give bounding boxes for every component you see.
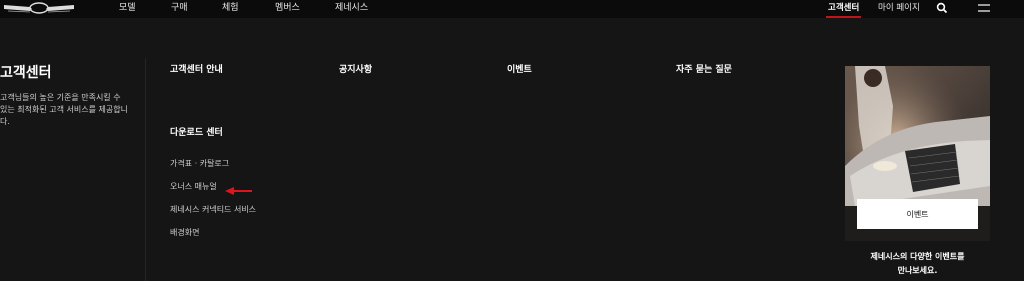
top-nav-bar: 모델 구매 체험 멤버스 제네시스 고객센터 마이 페이지 xyxy=(0,0,1024,18)
nav-item-members[interactable]: 멤버스 xyxy=(275,2,300,14)
promo-caption-line1: 제네시스의 다양한 이벤트를 xyxy=(870,252,965,261)
column-divider xyxy=(145,58,146,281)
link-price-catalog[interactable]: 가격표 · 카탈로그 xyxy=(170,158,229,169)
nav-item-mypage[interactable]: 마이 페이지 xyxy=(878,2,920,14)
red-arrow-icon xyxy=(224,181,254,195)
menu-customer-center-guide[interactable]: 고객센터 안내 xyxy=(170,64,223,76)
link-wallpaper[interactable]: 배경화면 xyxy=(170,227,199,238)
hamburger-menu-icon[interactable] xyxy=(976,0,992,16)
menu-download-center[interactable]: 다운로드 센터 xyxy=(170,127,223,139)
menu-events[interactable]: 이벤트 xyxy=(507,64,532,76)
section-title: 고객센터 xyxy=(0,65,52,81)
promo-caption: 제네시스의 다양한 이벤트를 만나보세요. xyxy=(845,250,990,278)
link-owners-manual[interactable]: 오너스 매뉴얼 xyxy=(170,181,217,192)
link-connected-service[interactable]: 제네시스 커넥티드 서비스 xyxy=(170,204,256,215)
nav-item-models[interactable]: 모델 xyxy=(119,2,136,14)
menu-faq[interactable]: 자주 묻는 질문 xyxy=(676,64,732,76)
menu-notice[interactable]: 공지사항 xyxy=(339,64,372,76)
section-description: 고객님들의 높은 기준을 만족시킬 수 있는 최적화된 고객 서비스를 제공합니… xyxy=(0,93,128,126)
nav-item-purchase[interactable]: 구매 xyxy=(171,2,188,14)
genesis-logo[interactable] xyxy=(0,0,78,16)
nav-item-customer-center[interactable]: 고객센터 xyxy=(828,2,859,14)
search-icon[interactable] xyxy=(934,0,950,16)
nav-item-experience[interactable]: 체험 xyxy=(222,2,239,14)
nav-item-genesis[interactable]: 제네시스 xyxy=(335,2,368,14)
promo-caption-line2: 만나보세요. xyxy=(897,266,938,275)
event-button[interactable]: 이벤트 xyxy=(857,199,978,229)
